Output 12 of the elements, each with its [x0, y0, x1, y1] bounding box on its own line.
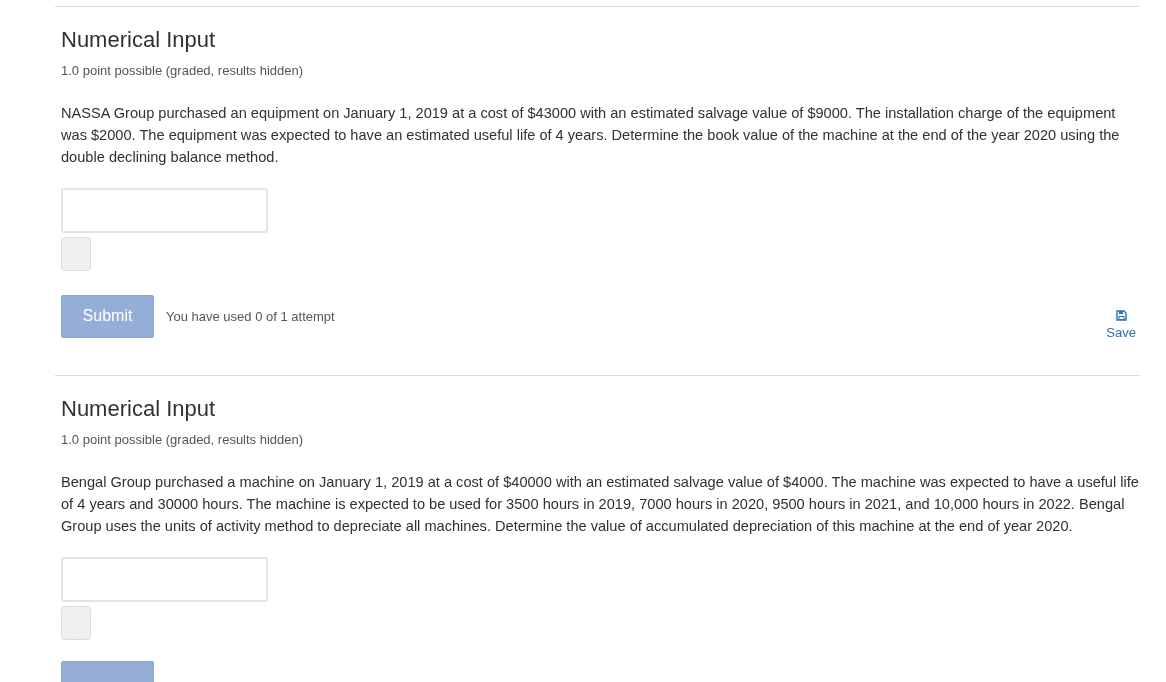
- status-indicator: [61, 606, 91, 640]
- problem-title: Numerical Input: [61, 396, 217, 422]
- problem-title: Numerical Input: [61, 27, 217, 53]
- answer-field[interactable]: [61, 188, 268, 233]
- status-indicator: [61, 237, 91, 271]
- points-info: 1.0 point possible (graded, results hidden): [61, 431, 305, 449]
- question-text: Bengal Group purchased a machine on January 1, 2019 at a cost of $40000 with an estimated salvage value of $4000. The machine was expected to have a useful life of 4 years and 30000 hours. The machine is expected to be used for 3500 hours in 2019, 7000 hours in 2020, 9500 hours in 2021, and 10,000 hours in 2022. Bengal Group uses the units of activity method to depreciate all machines. Determine the value of accumulated depreciation of this machine at the end of year 2020.: [61, 473, 1139, 536]
- answer-field[interactable]: [61, 557, 268, 602]
- attempts-info: You have used 0 of 1 attempt: [166, 308, 335, 324]
- save-button[interactable]: Save: [1106, 310, 1140, 340]
- points-info: 1.0 point possible (graded, results hidden): [61, 62, 305, 80]
- question-text: NASSA Group purchased an equipment on January 1, 2019 at a cost of $43000 with an estimated salvage value of $9000. The installation charge of the equipment was $2000. The equipment was expected to have an estimated useful life of 4 years. Determine the book value of the machine at the end of the year 2020 using the double declining balance method.: [61, 104, 1121, 167]
